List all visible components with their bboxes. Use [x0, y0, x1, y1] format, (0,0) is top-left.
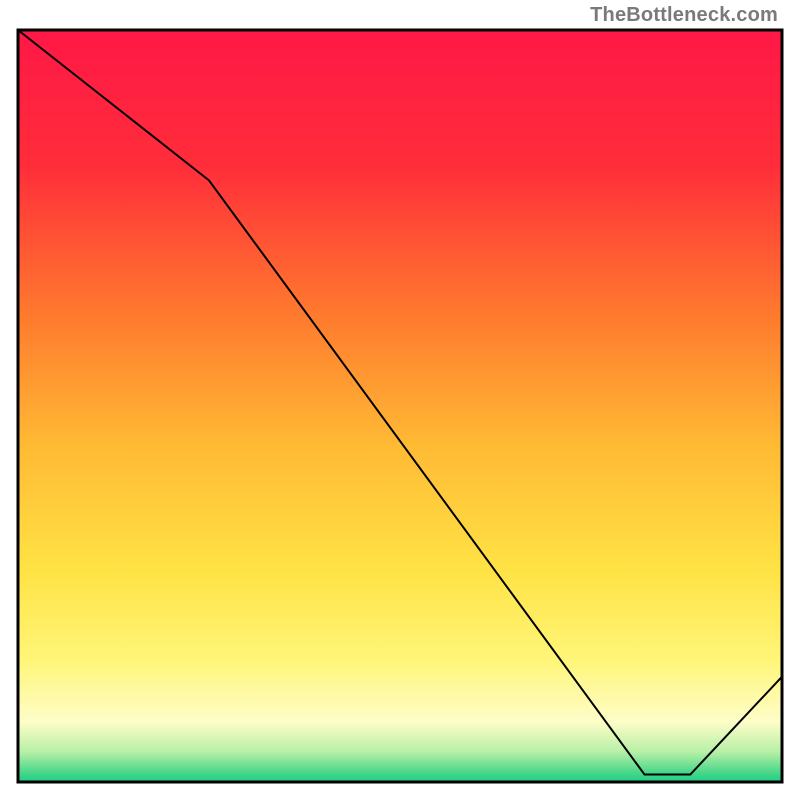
plot-background — [18, 30, 782, 782]
chart-svg — [0, 0, 800, 800]
chart-container: TheBottleneck.com — [0, 0, 800, 800]
